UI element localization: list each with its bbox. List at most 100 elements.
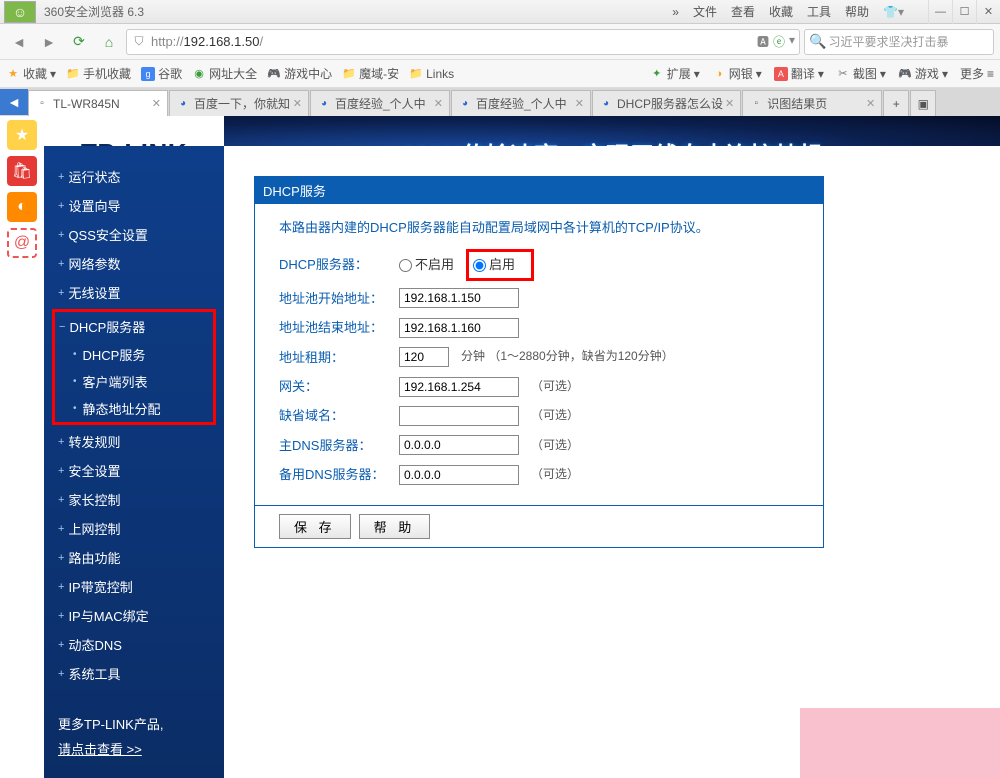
nav-security[interactable]: 安全设置: [54, 456, 214, 485]
minimize-button[interactable]: —: [928, 0, 952, 24]
nav-systools[interactable]: 系统工具: [54, 659, 214, 688]
nav-network[interactable]: 网络参数: [54, 249, 214, 278]
nav-status[interactable]: 运行状态: [54, 162, 214, 191]
dock-weibo[interactable]: ◐: [7, 192, 37, 222]
nav-access[interactable]: 上网控制: [54, 514, 214, 543]
input-dns2[interactable]: [399, 465, 519, 485]
help-button[interactable]: 帮 助: [359, 514, 431, 539]
reload-button[interactable]: ⟳: [66, 29, 92, 55]
folder-icon: 📁: [409, 67, 423, 81]
dock-cart[interactable]: 🛍: [7, 156, 37, 186]
nav-dhcp[interactable]: DHCP服务器: [55, 312, 213, 341]
bookmark-mobile[interactable]: 📁手机收藏: [66, 65, 131, 82]
nav-bandwidth[interactable]: IP带宽控制: [54, 572, 214, 601]
save-button[interactable]: 保 存: [279, 514, 351, 539]
radio-disable[interactable]: 不启用: [399, 253, 454, 276]
tab-close-icon[interactable]: ✕: [725, 97, 734, 110]
bookmark-label: 扩展: [667, 65, 691, 82]
tab-close-icon[interactable]: ✕: [575, 97, 584, 110]
search-box[interactable]: 🔍 习近平要求坚决打击暴: [804, 29, 994, 55]
tab-label: 百度一下，你就知: [194, 95, 291, 112]
search-icon: 🔍: [809, 33, 826, 50]
row-start: 地址池开始地址：: [279, 287, 799, 310]
dock-favorites[interactable]: ★: [7, 120, 37, 150]
skin-icon[interactable]: 👕▾: [883, 5, 904, 19]
tab-list-button[interactable]: ▣: [910, 90, 936, 116]
input-end[interactable]: [399, 318, 519, 338]
menu-view[interactable]: 查看: [731, 3, 755, 20]
bookmark-moyu[interactable]: 📁魔域-安: [342, 65, 399, 82]
nav-wireless[interactable]: 无线设置: [54, 278, 214, 307]
radio-enable-input[interactable]: [473, 259, 486, 272]
tab[interactable]: ◕百度经验_个人中✕: [310, 90, 450, 116]
nav-routing[interactable]: 路由功能: [54, 543, 214, 572]
tab[interactable]: ▫识图结果页✕: [742, 90, 882, 116]
input-domain[interactable]: [399, 406, 519, 426]
input-start[interactable]: [399, 288, 519, 308]
translate-icon[interactable]: 🅰: [757, 33, 769, 50]
tab[interactable]: ◕DHCP服务器怎么设✕: [592, 90, 741, 116]
input-lease[interactable]: [399, 347, 449, 367]
home-button[interactable]: ⌂: [96, 29, 122, 55]
tab[interactable]: ▫TL-WR845N✕: [28, 90, 168, 116]
nav-parental[interactable]: 家长控制: [54, 485, 214, 514]
close-button[interactable]: ✕: [976, 0, 1000, 24]
radio-disable-input[interactable]: [399, 259, 412, 272]
nav-qss[interactable]: QSS安全设置: [54, 220, 214, 249]
input-gateway[interactable]: [399, 377, 519, 397]
nav-dhcp-static[interactable]: 静态地址分配: [55, 395, 213, 422]
dropdown-icon[interactable]: ▾: [789, 33, 795, 50]
tab-close-icon[interactable]: ✕: [152, 97, 161, 110]
maximize-button[interactable]: ☐: [952, 0, 976, 24]
bookmark-fav[interactable]: ★收藏 ▾: [6, 65, 56, 82]
nav-wizard[interactable]: 设置向导: [54, 191, 214, 220]
bookmark-nav[interactable]: ◉网址大全: [192, 65, 257, 82]
tab[interactable]: ◕百度经验_个人中✕: [451, 90, 591, 116]
input-dns1[interactable]: [399, 435, 519, 455]
menu-fav[interactable]: 收藏: [769, 3, 793, 20]
screenshot-btn[interactable]: ✂截图 ▾: [836, 65, 886, 82]
compat-icon[interactable]: ⓔ: [773, 33, 785, 50]
nav-ipmac[interactable]: IP与MAC绑定: [54, 601, 214, 630]
translate-btn[interactable]: A翻译 ▾: [774, 65, 824, 82]
file-icon: ▫: [749, 97, 763, 111]
row-dns2: 备用DNS服务器： （可选）: [279, 463, 799, 486]
bank-btn[interactable]: ◑网银 ▾: [712, 65, 762, 82]
nav-dhcp-clients[interactable]: 客户端列表: [55, 368, 213, 395]
tp-link-logo: TP-LINK: [81, 138, 187, 147]
more-btn[interactable]: 更多 ≡: [960, 65, 994, 82]
new-tab-button[interactable]: +: [883, 90, 909, 116]
bookmark-label: 游戏: [915, 65, 939, 82]
menu-tools[interactable]: 工具: [807, 3, 831, 20]
tab-close-icon[interactable]: ✕: [866, 97, 875, 110]
games-btn[interactable]: 🎮游戏 ▾: [898, 65, 948, 82]
address-bar[interactable]: ⛉ http://192.168.1.50/ 🅰 ⓔ ▾: [126, 29, 800, 55]
menu-marker: »: [672, 5, 679, 19]
tab-scroll-left[interactable]: ◄: [0, 89, 28, 115]
ext-btn[interactable]: ✦扩展 ▾: [650, 65, 700, 82]
nav-dhcp-service[interactable]: DHCP服务: [55, 341, 213, 368]
menu-file[interactable]: 文件: [693, 3, 717, 20]
dock-at[interactable]: @: [7, 228, 37, 258]
radio-enable[interactable]: 启用: [473, 253, 515, 276]
url-suffix: /: [259, 34, 263, 49]
back-button[interactable]: ◄: [6, 29, 32, 55]
forward-button[interactable]: ►: [36, 29, 62, 55]
avatar-icon[interactable]: ☺: [4, 1, 36, 23]
tab[interactable]: ◕百度一下，你就知✕: [169, 90, 309, 116]
bookmark-links[interactable]: 📁Links: [409, 67, 454, 81]
bookmark-google[interactable]: g谷歌: [141, 65, 182, 82]
bookmark-game[interactable]: 🎮游戏中心: [267, 65, 332, 82]
radio-label: 不启用: [415, 253, 454, 276]
nav-more-link[interactable]: 请点击查看 >>: [54, 735, 214, 762]
url-text[interactable]: http://192.168.1.50/: [151, 34, 757, 49]
menu-help[interactable]: 帮助: [845, 3, 869, 20]
nav-forward[interactable]: 转发规则: [54, 427, 214, 456]
tab-close-icon[interactable]: ✕: [293, 97, 302, 110]
tab-close-icon[interactable]: ✕: [434, 97, 443, 110]
highlight-annotation: 启用: [466, 249, 534, 280]
optional-hint: （可选）: [531, 464, 579, 486]
bookmark-bar: ★收藏 ▾ 📁手机收藏 g谷歌 ◉网址大全 🎮游戏中心 📁魔域-安 📁Links…: [0, 60, 1000, 88]
label-dns2: 备用DNS服务器：: [279, 463, 399, 486]
nav-ddns[interactable]: 动态DNS: [54, 630, 214, 659]
